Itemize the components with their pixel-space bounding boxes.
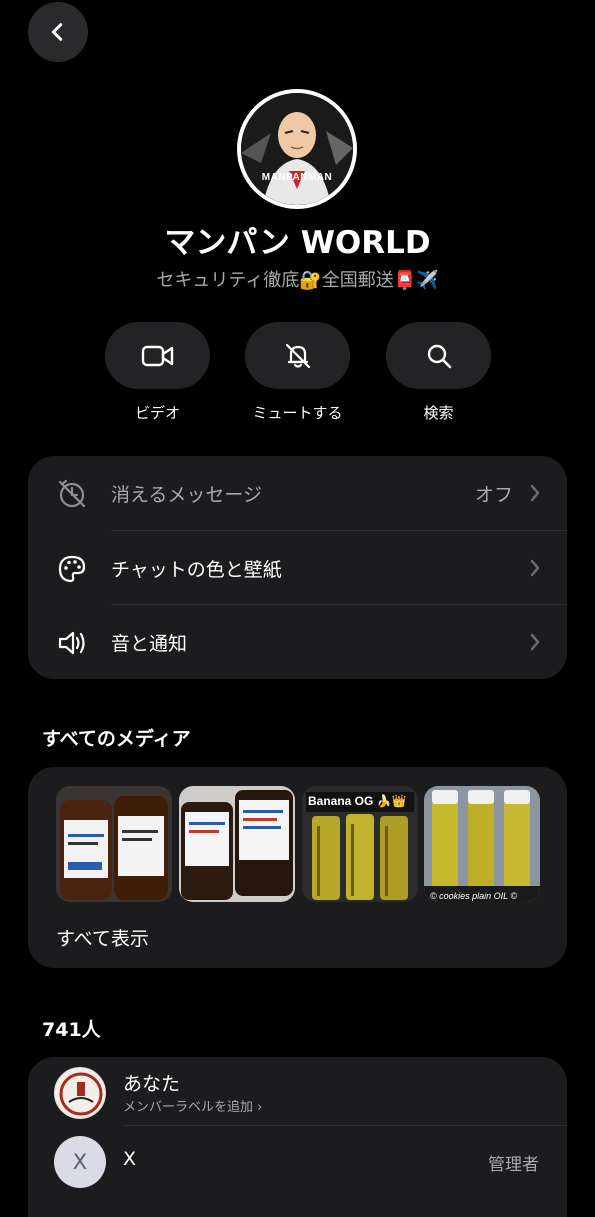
search-action[interactable]: 検索 (386, 322, 491, 423)
member-row[interactable]: X X 管理者 (28, 1126, 567, 1196)
palette-icon (58, 555, 86, 583)
mute-button[interactable] (245, 322, 350, 389)
disappearing-messages-label: 消えるメッセージ (111, 483, 263, 506)
chat-theme-row[interactable]: チャットの色と壁紙 (28, 531, 567, 605)
chevron-right-icon (530, 559, 540, 577)
search-label: 検索 (423, 404, 454, 422)
add-member-label-link[interactable]: メンバーラベルを追加 › (123, 1096, 262, 1115)
member-count: 741人 (42, 1019, 101, 1041)
media-thumbnail[interactable]: Banana OG 🍌👑 (302, 786, 418, 902)
oil-cartridges-image (424, 786, 540, 902)
media-thumbnail[interactable] (179, 786, 295, 902)
settings-card: 消えるメッセージ オフ チャットの色と壁紙 音と通知 (28, 456, 567, 679)
media-section-heading: すべてのメディア (42, 728, 191, 750)
video-label: ビデオ (134, 404, 180, 422)
chevron-left-icon (51, 23, 63, 41)
member-name: X (123, 1148, 137, 1170)
avatar (54, 1067, 106, 1119)
admin-badge: 管理者 (488, 1155, 539, 1175)
members-card: あなた メンバーラベルを追加 › X X 管理者 (28, 1057, 567, 1217)
show-all-media-link[interactable]: すべて表示 (56, 924, 149, 951)
chevron-right-icon (530, 633, 540, 651)
medicine-bottles-image (179, 786, 295, 902)
group-name: マンパン WORLD (164, 225, 431, 261)
video-action[interactable]: ビデオ (105, 322, 210, 423)
medicine-bottles-image (56, 786, 172, 902)
bell-off-icon (285, 343, 310, 368)
video-icon (141, 345, 173, 366)
video-button[interactable] (105, 322, 210, 389)
member-avatar-image (59, 1072, 103, 1116)
chat-theme-label: チャットの色と壁紙 (111, 558, 282, 581)
chevron-right-icon (530, 484, 540, 502)
media-thumbnail[interactable]: © cookies plain OIL © (424, 786, 540, 902)
avatar: X (54, 1136, 106, 1188)
member-name: あなた (123, 1073, 181, 1095)
thumbnail-caption: © cookies plain OIL © (430, 891, 518, 901)
disappearing-messages-row[interactable]: 消えるメッセージ オフ (28, 456, 567, 530)
mute-label: ミュートする (252, 404, 343, 422)
media-card: Banana OG 🍌👑 © cookies plain OIL © すべて表示 (28, 767, 567, 968)
speaker-icon (58, 631, 85, 655)
mute-action[interactable]: ミュートする (245, 322, 350, 423)
back-button[interactable] (28, 2, 88, 62)
thumbnail-caption: Banana OG 🍌👑 (308, 794, 407, 808)
group-description: セキュリティ徹底🔐全国郵送📮✈️ (156, 270, 439, 291)
avatar-illustration (241, 93, 353, 205)
search-icon (427, 344, 451, 368)
search-button[interactable] (386, 322, 491, 389)
avatar-caption: MANPANMAN (261, 172, 333, 183)
sound-notifications-row[interactable]: 音と通知 (28, 605, 567, 679)
member-row-self[interactable]: あなた メンバーラベルを追加 › (28, 1057, 567, 1127)
sound-notifications-label: 音と通知 (111, 632, 188, 655)
group-avatar[interactable]: MANPANMAN (237, 89, 357, 209)
timer-off-icon (58, 479, 86, 508)
media-thumbnail[interactable] (56, 786, 172, 902)
disappearing-messages-value: オフ (474, 483, 513, 506)
